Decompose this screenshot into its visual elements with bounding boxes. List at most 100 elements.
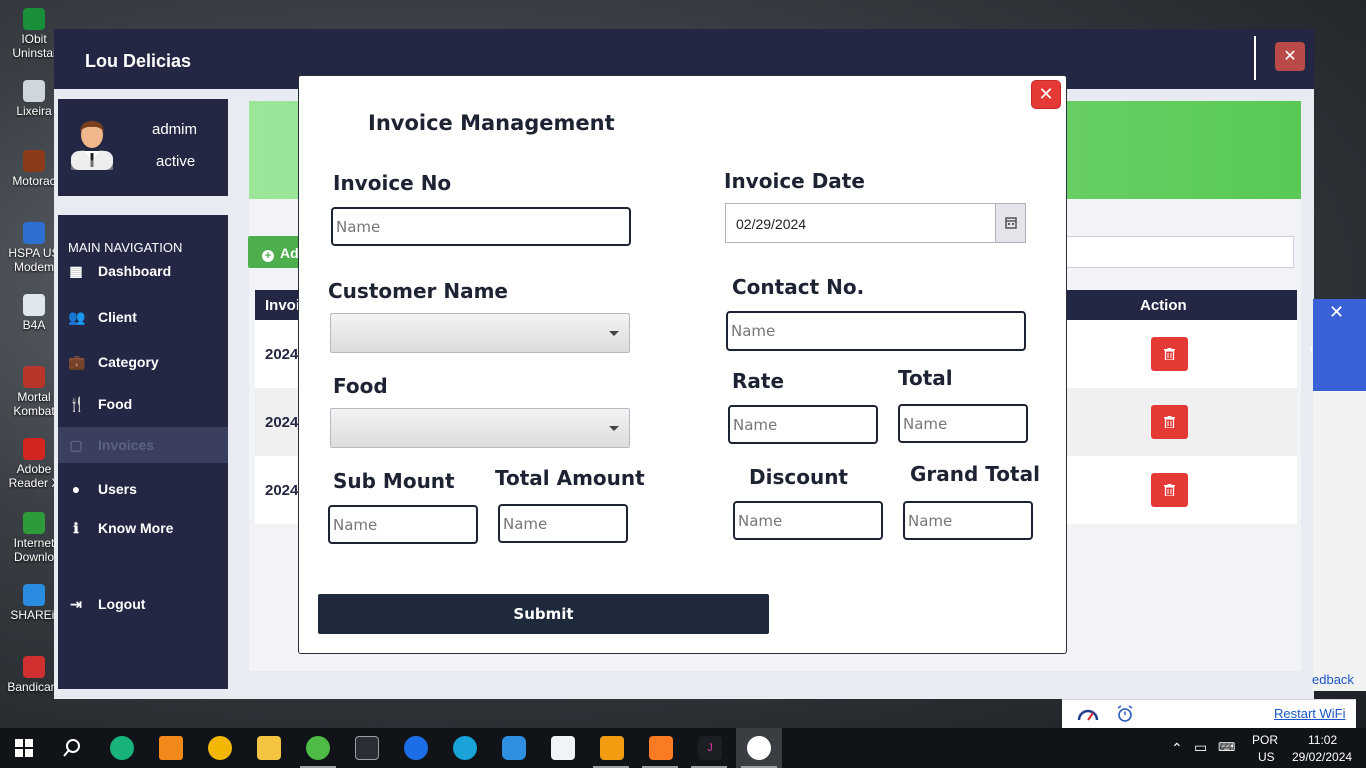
user-profile-panel: admim active	[58, 99, 228, 196]
category-icon: 💼	[68, 354, 86, 370]
sidebar-item-food[interactable]: 🍴 Food	[58, 386, 228, 422]
sub-mount-input[interactable]: Name	[328, 505, 478, 544]
search-icon[interactable]	[62, 738, 82, 758]
label-grand-total: Grand Total	[910, 462, 1040, 486]
invoice-date-input[interactable]: 02/29/2024	[725, 203, 1026, 243]
region-label[interactable]: US	[1258, 750, 1275, 764]
add-button-label: Ad	[280, 245, 299, 261]
keyboard-icon[interactable]: ⌨	[1218, 740, 1235, 754]
label-invoice-no: Invoice No	[333, 171, 452, 195]
sync-icon[interactable]	[502, 736, 526, 760]
avatar	[71, 121, 113, 170]
label-customer-name: Customer Name	[328, 279, 508, 303]
speedometer-icon[interactable]	[1076, 706, 1100, 722]
firefox-icon[interactable]	[404, 736, 428, 760]
desktop-app-icon	[23, 294, 45, 316]
invoice-no-input[interactable]: Name	[331, 207, 631, 246]
feedback-link[interactable]: edback	[1312, 672, 1354, 687]
file-explorer-icon[interactable]	[257, 736, 281, 760]
contact-no-placeholder: Name	[731, 322, 776, 340]
desktop-app-icon	[23, 222, 45, 244]
sidebar-item-label: Users	[98, 481, 137, 497]
toast-text: t	[1310, 344, 1314, 356]
trash-icon	[1164, 348, 1175, 360]
discount-placeholder: Name	[738, 511, 783, 530]
total-amount-input[interactable]: Name	[498, 504, 628, 543]
sidebar-item-users[interactable]: ● Users	[58, 471, 228, 507]
sidebar-item-label: Logout	[98, 596, 146, 612]
windows-start-icon[interactable]	[15, 739, 33, 757]
app-triangle-icon[interactable]	[208, 736, 232, 760]
invoice-date-value: 02/29/2024	[736, 216, 807, 232]
network-status-bar: Restart WiFi	[1062, 699, 1356, 728]
label-contact-no: Contact No.	[732, 275, 865, 299]
close-icon: ✕	[1038, 84, 1054, 104]
xampp-icon[interactable]	[649, 736, 673, 760]
app-title: Lou Delicias	[85, 51, 192, 71]
label-food: Food	[333, 374, 388, 398]
delete-button[interactable]	[1151, 337, 1188, 371]
modal-close-button[interactable]: ✕	[1031, 80, 1061, 109]
desktop-app-icon	[23, 150, 45, 172]
running-app-icon[interactable]	[747, 736, 771, 760]
rate-input[interactable]: Name	[728, 405, 878, 444]
total-placeholder: Name	[903, 414, 948, 433]
b4a-icon[interactable]	[551, 736, 575, 760]
language-label[interactable]: POR	[1252, 733, 1278, 747]
sub-mount-placeholder: Name	[333, 515, 378, 534]
calendar-button[interactable]	[995, 204, 1025, 242]
discount-input[interactable]: Name	[733, 501, 883, 540]
sidebar-item-label: Invoices	[98, 437, 155, 453]
clock-time[interactable]: 11:02	[1308, 733, 1337, 747]
jetbrains-icon[interactable]: J	[698, 736, 722, 760]
desktop-app-icon	[23, 512, 45, 534]
clock-date[interactable]: 29/02/2024	[1292, 750, 1352, 764]
label-sub-mount: Sub Mount	[333, 469, 455, 493]
grand-total-input[interactable]: Name	[903, 501, 1033, 540]
desktop-app-icon	[23, 366, 45, 388]
food-select[interactable]	[330, 408, 630, 448]
customer-name-select[interactable]	[330, 313, 630, 353]
label-total-amount: Total Amount	[495, 466, 645, 490]
label-rate: Rate	[732, 369, 785, 393]
clover-icon[interactable]	[306, 736, 330, 760]
invoice-cell: 2024	[265, 482, 299, 499]
sidebar-item-label: Food	[98, 396, 133, 412]
notification-icon[interactable]: ▭	[1194, 739, 1207, 756]
chevron-up-icon[interactable]: ⌃	[1171, 740, 1183, 757]
chevron-down-icon	[609, 426, 619, 431]
sidebar-item-category[interactable]: 💼 Category	[58, 344, 228, 380]
grand-total-placeholder: Name	[908, 511, 953, 530]
restart-wifi-link[interactable]: Restart WiFi	[1274, 706, 1346, 721]
invoice-modal: ✕ Invoice Management Invoice No Name Inv…	[298, 75, 1067, 654]
invoice-cell: 2024	[265, 346, 299, 363]
sublime-icon[interactable]	[600, 736, 624, 760]
app-close-button[interactable]: ✕	[1275, 42, 1305, 71]
submit-button[interactable]: Submit	[318, 594, 769, 634]
sidebar-item-label: Know More	[98, 520, 174, 536]
sidebar-item-invoices[interactable]: ▢ Invoices	[58, 427, 228, 463]
plus-circle-icon: +	[262, 250, 274, 262]
invoice-cell: 2024	[265, 414, 299, 431]
sidebar-item-logout[interactable]: ⇥ Logout	[58, 586, 228, 622]
sidebar-item-client[interactable]: 👥 Client	[58, 299, 228, 335]
total-amount-placeholder: Name	[503, 514, 548, 533]
total-input[interactable]: Name	[898, 404, 1028, 443]
terminal-icon[interactable]	[355, 736, 379, 760]
delete-button[interactable]	[1151, 473, 1188, 507]
edge-icon[interactable]	[453, 736, 477, 760]
alarm-clock-icon[interactable]	[1116, 705, 1134, 723]
search-input[interactable]	[1064, 236, 1294, 268]
profile-name: admim	[152, 121, 198, 138]
desktop-app-icon	[23, 656, 45, 678]
rate-placeholder: Name	[733, 415, 778, 434]
toast-close-icon[interactable]: ✕	[1329, 302, 1344, 323]
delete-button[interactable]	[1151, 405, 1188, 439]
contact-no-input[interactable]: Name	[726, 311, 1026, 351]
sidebar-item-dashboard[interactable]: ▦ Dashboard	[58, 253, 228, 289]
upwork-icon[interactable]	[110, 736, 134, 760]
sidebar-item-know-more[interactable]: ℹ Know More	[58, 510, 228, 546]
modal-title: Invoice Management	[368, 111, 615, 135]
sidebar-item-label: Client	[98, 309, 137, 325]
vlc-icon[interactable]	[159, 736, 183, 760]
